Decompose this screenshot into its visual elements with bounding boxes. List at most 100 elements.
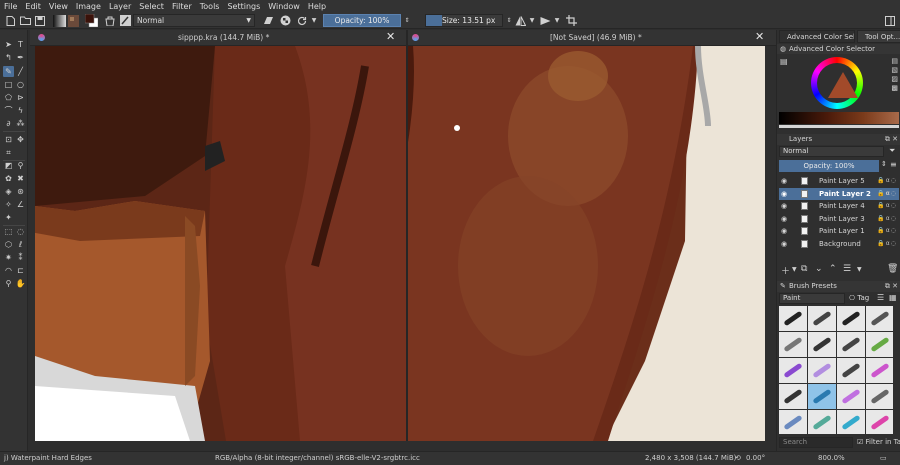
brush-preset[interactable] (837, 358, 865, 383)
eraser-mode-icon[interactable] (262, 14, 274, 27)
brush-preset[interactable] (779, 358, 807, 383)
menu-window[interactable]: Window (268, 2, 300, 11)
fill-patterns-icon[interactable] (104, 14, 116, 27)
smart-patch-tool-icon[interactable]: ✖ (15, 173, 26, 184)
opacity-spin-icon[interactable]: ⇕ (881, 160, 887, 168)
menu-image[interactable]: Image (76, 2, 101, 11)
brush-preset[interactable] (866, 358, 893, 383)
canvas-view-1[interactable] (35, 46, 406, 441)
duplicate-layer-icon[interactable]: ⧉ (801, 264, 807, 274)
move-tool-icon[interactable]: ✥ (15, 134, 26, 145)
menu-settings[interactable]: Settings (227, 2, 260, 11)
menu-tools[interactable]: Tools (200, 2, 220, 11)
recent-color-bar[interactable] (779, 125, 899, 128)
menu-help[interactable]: Help (308, 2, 326, 11)
brush-preset[interactable] (779, 384, 807, 409)
document-tab-2[interactable]: [Not Saved] (46.9 MiB) * ✕ (408, 30, 776, 46)
polyline-tool-icon[interactable]: ⊳ (15, 92, 26, 103)
freehand-selection-tool-icon[interactable]: ℓ (15, 239, 26, 250)
layer-lock-alpha-icons[interactable]: 🔒α◌ (877, 213, 897, 225)
brush-tag-select[interactable]: Paint (779, 293, 845, 304)
calligraphy-tool-icon[interactable]: ✒ (15, 52, 26, 63)
polygon-tool-icon[interactable]: ⬠ (3, 92, 14, 103)
brush-preset[interactable] (866, 410, 893, 434)
rectangle-tool-icon[interactable]: □ (3, 79, 14, 90)
tag-button[interactable]: ⎔ Tag (849, 293, 873, 304)
select-shapes-tool-icon[interactable]: ➤ (3, 39, 14, 50)
opacity-slider[interactable]: Opacity: 100% (323, 14, 401, 27)
menu-view[interactable]: View (49, 2, 68, 11)
layer-blend-mode-select[interactable]: Normal (779, 146, 884, 157)
visibility-eye-icon[interactable]: ◉ (781, 188, 787, 200)
gradient-swatch-icon[interactable] (52, 14, 66, 27)
brush-preset[interactable] (779, 332, 807, 357)
layer-row[interactable]: ◉ Paint Layer 5 🔒α◌ (779, 175, 899, 187)
mirror-vertical-icon[interactable] (539, 14, 551, 27)
contiguous-selection-tool-icon[interactable]: ✷ (3, 252, 14, 263)
brush-preset[interactable] (808, 410, 836, 434)
color-picker-tool-icon[interactable]: ⚲ (15, 160, 26, 171)
layer-row[interactable]: ◉ Paint Layer 1 🔒α◌ (779, 225, 899, 237)
close-icon[interactable]: ✕ (755, 30, 764, 43)
move-layer-down-icon[interactable]: ⌄ (815, 264, 823, 274)
reload-preset-icon[interactable] (296, 14, 308, 27)
layer-row[interactable]: ◉ Paint Layer 4 🔒α◌ (779, 200, 899, 212)
add-layer-icon[interactable]: ＋ (781, 264, 790, 277)
brush-preset[interactable] (866, 332, 893, 357)
foreground-background-color-icon[interactable] (84, 14, 98, 27)
brush-size-slider[interactable]: Size: 13.51 px (425, 14, 503, 27)
color-settings-icon[interactable]: ▤ (780, 57, 788, 66)
menu-file[interactable]: File (4, 2, 17, 11)
layer-lock-alpha-icons[interactable]: 🔒α◌ (877, 188, 897, 200)
brush-preset[interactable] (866, 384, 893, 409)
panel-toggle-icon[interactable]: ▭ (880, 454, 887, 462)
zoom-tool-icon[interactable]: ⚲ (3, 278, 14, 289)
brush-preset[interactable] (779, 306, 807, 331)
measure-tool-icon[interactable]: ∠ (15, 199, 26, 210)
menu-icon[interactable]: ≡ (890, 160, 897, 169)
menu-select[interactable]: Select (139, 2, 164, 11)
line-tool-icon[interactable]: ╱ (15, 66, 26, 77)
panel-float-close-icon[interactable]: ⧉ ✕ (885, 281, 898, 292)
chevron-down-icon[interactable]: ▼ (857, 266, 862, 273)
visibility-eye-icon[interactable]: ◉ (781, 175, 787, 187)
tab-tool-options[interactable]: Tool Opt... (857, 30, 900, 43)
brush-preset[interactable] (866, 306, 893, 331)
new-document-icon[interactable] (4, 14, 16, 27)
fill-tool-icon[interactable]: ◈ (3, 186, 14, 197)
filter-in-tag-checkbox[interactable]: ☑ Filter in Tag (857, 438, 900, 446)
preserve-alpha-icon[interactable] (279, 14, 291, 27)
layer-lock-alpha-icons[interactable]: 🔒α◌ (877, 238, 897, 250)
polygonal-selection-tool-icon[interactable]: ⬡ (3, 239, 14, 250)
brush-preset[interactable] (808, 332, 836, 357)
gradient-tool-icon[interactable]: ◩ (3, 160, 14, 171)
elliptical-selection-tool-icon[interactable]: ◌ (15, 226, 26, 237)
brush-preset[interactable] (808, 306, 836, 331)
chevron-down-icon[interactable]: ▼ (310, 14, 318, 27)
visibility-eye-icon[interactable]: ◉ (781, 225, 787, 237)
dynamic-brush-tool-icon[interactable]: ∂ (3, 118, 14, 129)
grid-view-icon[interactable]: ▦ (889, 293, 897, 302)
freehand-path-tool-icon[interactable]: ϟ (15, 105, 26, 116)
pattern-swatch-icon[interactable] (67, 14, 79, 27)
move-layer-up-icon[interactable]: ⌃ (829, 264, 837, 274)
bezier-curve-tool-icon[interactable]: ⌒ (3, 105, 14, 116)
edit-shapes-tool-icon[interactable]: ↰ (3, 52, 14, 63)
filter-icon[interactable]: ⏷ (889, 146, 895, 156)
brush-preset[interactable] (837, 384, 865, 409)
brush-preset[interactable] (837, 332, 865, 357)
menu-filter[interactable]: Filter (172, 2, 192, 11)
brush-preset[interactable] (837, 410, 865, 434)
brush-preset[interactable] (808, 358, 836, 383)
enclose-fill-tool-icon[interactable]: ⊛ (15, 186, 26, 197)
visibility-eye-icon[interactable]: ◉ (781, 200, 787, 212)
mirror-horizontal-icon[interactable] (514, 14, 526, 27)
layer-lock-alpha-icons[interactable]: 🔒α◌ (877, 200, 897, 212)
layer-lock-alpha-icons[interactable]: 🔒α◌ (877, 225, 897, 237)
saturation-value-triangle[interactable] (828, 72, 858, 98)
brush-preset-selected[interactable] (808, 384, 836, 409)
chevron-down-icon[interactable]: ▼ (792, 266, 797, 273)
brush-search-input[interactable]: Search (779, 437, 853, 448)
chevron-down-icon[interactable]: ▼ (553, 14, 561, 27)
visibility-eye-icon[interactable]: ◉ (781, 238, 787, 250)
